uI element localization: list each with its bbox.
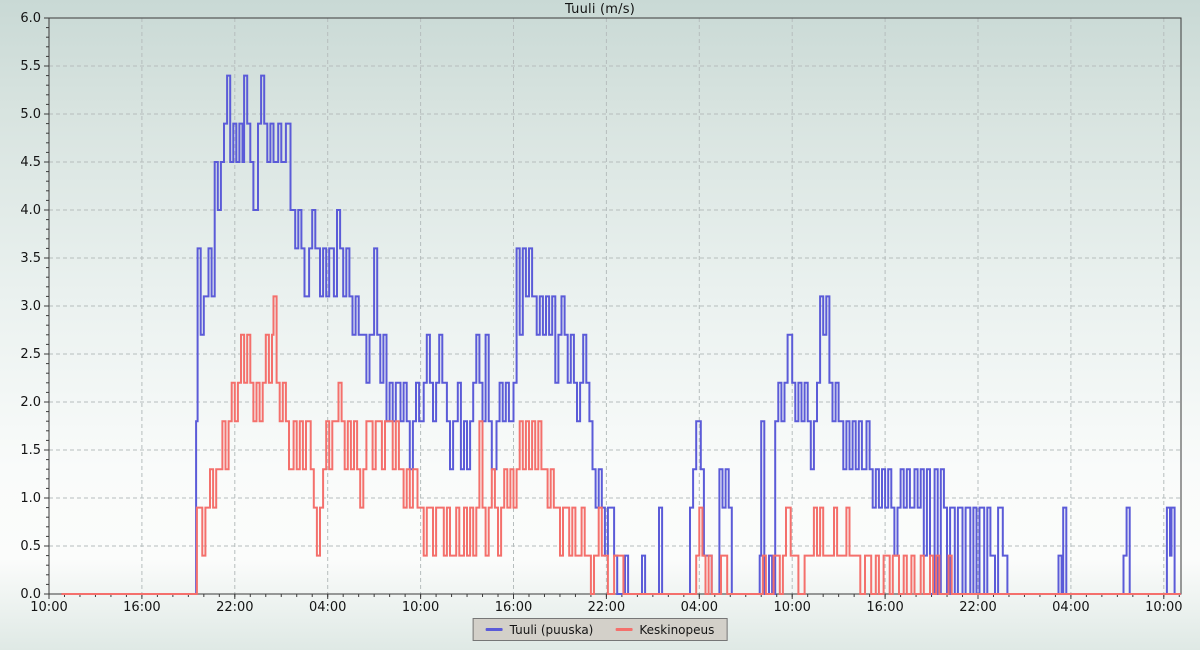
svg-text:22:00: 22:00: [216, 600, 253, 615]
svg-text:04:00: 04:00: [681, 600, 718, 615]
legend-average-label: Keskinopeus: [639, 623, 714, 637]
svg-text:22:00: 22:00: [959, 600, 996, 615]
gust-line-marker-icon: [486, 628, 503, 631]
svg-text:16:00: 16:00: [866, 600, 903, 615]
average-line-marker-icon: [615, 628, 632, 631]
svg-text:04:00: 04:00: [309, 600, 346, 615]
svg-text:6.0: 6.0: [20, 11, 41, 26]
svg-text:10:00: 10:00: [402, 600, 439, 615]
legend-item-average: Keskinopeus: [615, 623, 714, 637]
svg-text:22:00: 22:00: [588, 600, 625, 615]
svg-text:3.5: 3.5: [20, 251, 41, 266]
svg-text:2.5: 2.5: [20, 347, 41, 362]
svg-text:2.0: 2.0: [20, 395, 41, 410]
chart-plot-area: 0.00.51.01.52.02.53.03.54.04.55.05.56.01…: [0, 0, 1200, 650]
svg-text:1.5: 1.5: [20, 443, 41, 458]
svg-text:5.0: 5.0: [20, 107, 41, 122]
wind-chart-window: Tuuli (m/s) 0.00.51.01.52.02.53.03.54.04…: [0, 0, 1200, 650]
svg-text:0.5: 0.5: [20, 539, 41, 554]
svg-text:16:00: 16:00: [123, 600, 160, 615]
svg-text:04:00: 04:00: [1052, 600, 1089, 615]
svg-text:16:00: 16:00: [495, 600, 532, 615]
legend-item-gust: Tuuli (puuska): [486, 623, 594, 637]
svg-text:10:00: 10:00: [1145, 600, 1182, 615]
legend: Tuuli (puuska) Keskinopeus: [473, 618, 728, 641]
svg-text:1.0: 1.0: [20, 491, 41, 506]
svg-text:4.0: 4.0: [20, 203, 41, 218]
svg-text:10:00: 10:00: [773, 600, 810, 615]
legend-gust-label: Tuuli (puuska): [510, 623, 594, 637]
svg-text:5.5: 5.5: [20, 59, 41, 74]
svg-text:3.0: 3.0: [20, 299, 41, 314]
svg-text:4.5: 4.5: [20, 155, 41, 170]
svg-text:10:00: 10:00: [30, 600, 67, 615]
